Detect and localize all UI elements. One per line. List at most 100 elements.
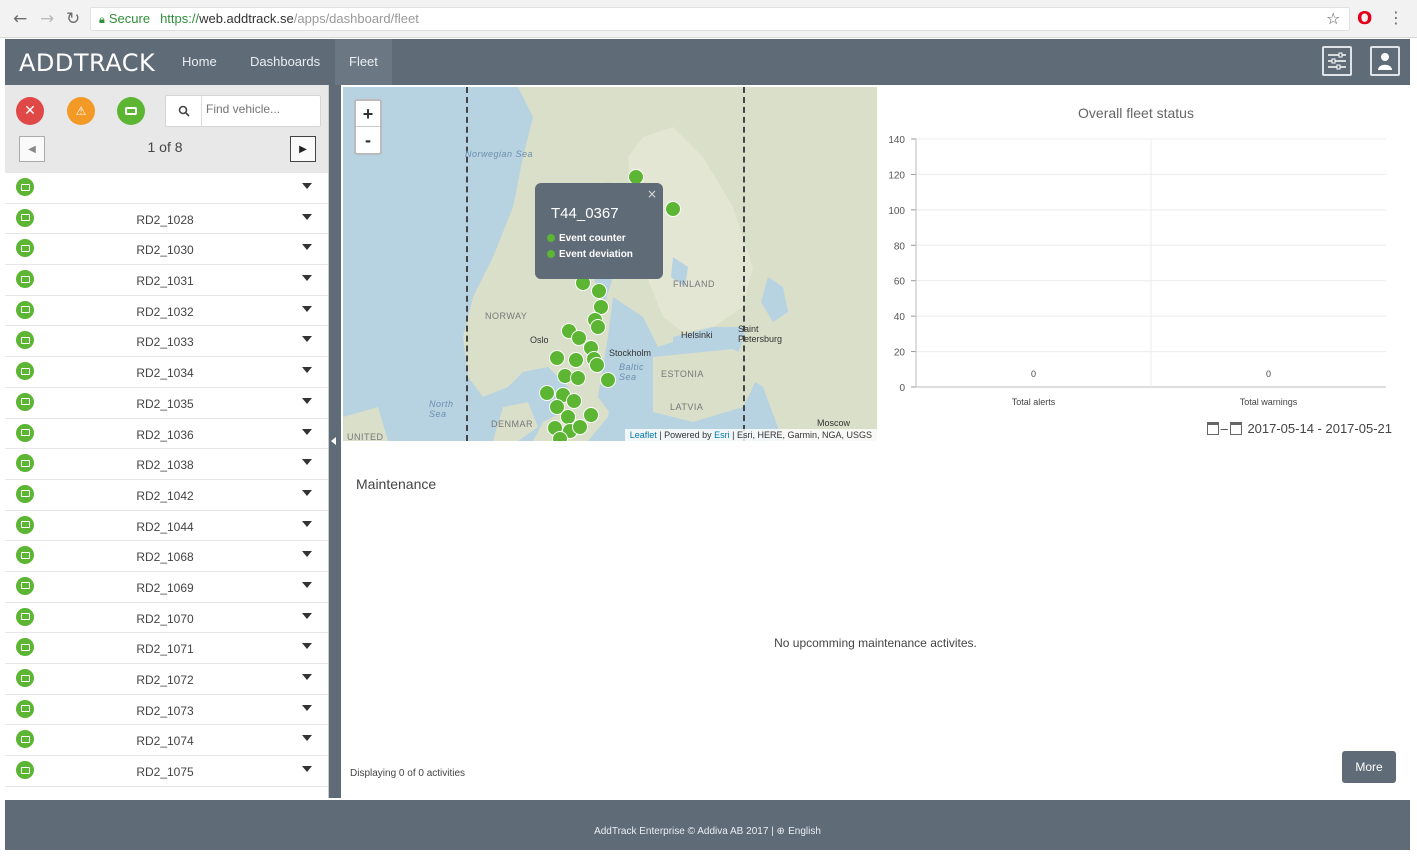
vehicle-row[interactable]: RD2_1074: [5, 725, 328, 757]
vehicle-marker[interactable]: [600, 372, 616, 388]
vehicle-marker[interactable]: [570, 370, 586, 386]
vehicle-row[interactable]: RD2_1038: [5, 449, 328, 480]
chevron-down-icon[interactable]: [302, 551, 312, 558]
vehicle-marker[interactable]: [566, 393, 582, 409]
vehicle-row[interactable]: RD2_1070: [5, 603, 328, 634]
vehicle-row[interactable]: RD2_1030: [5, 234, 328, 266]
zoom-out-button[interactable]: -: [356, 127, 380, 153]
chevron-down-icon[interactable]: [302, 612, 312, 619]
vehicle-marker[interactable]: [572, 419, 588, 435]
user-button[interactable]: [1370, 46, 1400, 76]
powered-by: | Powered by: [656, 430, 715, 440]
collapse-arrow-icon[interactable]: [331, 437, 336, 445]
vehicle-row[interactable]: RD2_1034: [5, 357, 328, 388]
vehicle-name: RD2_1028: [136, 212, 194, 227]
chevron-down-icon[interactable]: [302, 428, 312, 435]
map-label-helsinki: Helsinki: [681, 330, 713, 340]
y-tick-label: 20: [894, 348, 906, 359]
chevron-down-icon[interactable]: [302, 766, 312, 773]
chevron-down-icon[interactable]: [302, 183, 312, 189]
vehicle-status-icon: [16, 178, 34, 196]
vehicle-marker[interactable]: [568, 352, 584, 368]
vehicle-row[interactable]: RD2_1068: [5, 541, 328, 572]
calendar-icon: [1206, 422, 1219, 435]
reload-icon[interactable]: ↻: [66, 9, 80, 29]
more-button[interactable]: More: [1342, 751, 1396, 783]
vehicle-row[interactable]: RD2_1069: [5, 572, 328, 603]
search-input[interactable]: [206, 102, 316, 116]
vehicle-row[interactable]: RD2_1071: [5, 633, 328, 664]
vehicle-row[interactable]: [5, 173, 328, 204]
map-attribution: Leaflet | Powered by Esri | Esri, HERE, …: [624, 429, 877, 441]
vehicle-name: RD2_1071: [136, 642, 194, 657]
bookmark-star-icon[interactable]: ☆: [1326, 9, 1340, 28]
vehicle-row[interactable]: RD2_1075: [5, 756, 328, 787]
filter-warning-button[interactable]: ⚠: [67, 97, 95, 125]
vehicle-row[interactable]: RD2_1073: [5, 695, 328, 726]
pager-prev-button[interactable]: ◀: [19, 136, 45, 162]
tab-dashboards[interactable]: Dashboards: [236, 39, 334, 85]
vehicle-marker[interactable]: [590, 319, 606, 335]
vehicle-row[interactable]: RD2_1031: [5, 265, 328, 296]
calendar-icon: [1229, 422, 1242, 435]
chevron-down-icon[interactable]: [302, 397, 312, 404]
chevron-down-icon[interactable]: [302, 643, 312, 650]
vehicle-row[interactable]: RD2_1033: [5, 326, 328, 358]
vehicle-marker[interactable]: [539, 385, 555, 401]
pager-next-button[interactable]: ▶: [290, 136, 316, 162]
vehicle-marker[interactable]: [549, 350, 565, 366]
vehicle-marker[interactable]: [591, 283, 607, 299]
vehicle-row[interactable]: RD2_1035: [5, 388, 328, 419]
chevron-down-icon[interactable]: [302, 674, 312, 680]
chevron-down-icon[interactable]: [302, 489, 312, 496]
menu-kebab-icon[interactable]: ⋮: [1388, 8, 1404, 27]
search-icon[interactable]: [166, 96, 202, 126]
vehicle-row[interactable]: RD2_1036: [5, 419, 328, 450]
map-dashed-line: [466, 87, 468, 441]
fleet-map[interactable]: Norwegian Sea FINLAND NORWAY Oslo Helsin…: [343, 87, 877, 441]
vehicle-row[interactable]: RD2_1072: [5, 664, 328, 695]
maintenance-title: Maintenance: [356, 476, 437, 492]
map-label-saint-petersburg: Saint Petersburg: [738, 324, 783, 344]
chevron-down-icon[interactable]: [302, 213, 312, 220]
vehicle-status-icon: [16, 576, 34, 595]
vehicle-status-icon: [16, 669, 34, 687]
chevron-down-icon[interactable]: [302, 275, 312, 282]
vehicle-row[interactable]: RD2_1044: [5, 511, 328, 542]
vehicle-row[interactable]: RD2_1042: [5, 480, 328, 511]
pager-text: 1 of 8: [147, 139, 183, 155]
chevron-down-icon[interactable]: [302, 704, 312, 711]
language-link[interactable]: English: [788, 826, 821, 837]
url-scheme: https://: [160, 11, 200, 26]
opera-icon[interactable]: O: [1357, 8, 1372, 29]
maintenance-panel: Maintenance No upcomming maintenance act…: [343, 456, 1408, 796]
vehicle-marker[interactable]: [665, 201, 681, 217]
vehicle-marker[interactable]: [589, 357, 605, 373]
vehicle-status-icon: [16, 208, 34, 227]
vehicle-row[interactable]: RD2_1032: [5, 296, 328, 327]
filter-ok-button[interactable]: [117, 97, 145, 125]
filter-error-button[interactable]: ✕: [16, 97, 44, 125]
leaflet-link[interactable]: Leaflet: [630, 430, 657, 440]
esri-link[interactable]: Esri: [714, 430, 730, 440]
chevron-down-icon[interactable]: [302, 305, 312, 312]
tab-fleet[interactable]: Fleet: [335, 39, 392, 85]
vehicle-row[interactable]: RD2_1028: [5, 204, 328, 235]
chevron-down-icon[interactable]: [302, 367, 312, 374]
forward-icon[interactable]: →: [40, 9, 54, 29]
zoom-in-button[interactable]: +: [356, 101, 380, 127]
tab-home[interactable]: Home: [168, 39, 231, 85]
chevron-down-icon[interactable]: [302, 520, 312, 527]
vehicle-marker[interactable]: [552, 431, 568, 441]
chevron-down-icon[interactable]: [302, 581, 312, 588]
url-host: web.addtrack.se: [199, 11, 294, 26]
chevron-down-icon[interactable]: [302, 244, 312, 251]
chevron-down-icon[interactable]: [302, 459, 312, 466]
back-icon[interactable]: ←: [13, 9, 27, 29]
settings-button[interactable]: [1322, 46, 1352, 76]
chevron-down-icon[interactable]: [302, 336, 312, 343]
popup-close-icon[interactable]: ×: [647, 187, 657, 201]
date-range-picker[interactable]: – 2017-05-14 - 2017-05-21: [1205, 421, 1392, 436]
address-bar[interactable]: 🔒︎ Secure https://web.addtrack.se/apps/das…: [90, 7, 1350, 31]
chevron-down-icon[interactable]: [302, 735, 312, 742]
